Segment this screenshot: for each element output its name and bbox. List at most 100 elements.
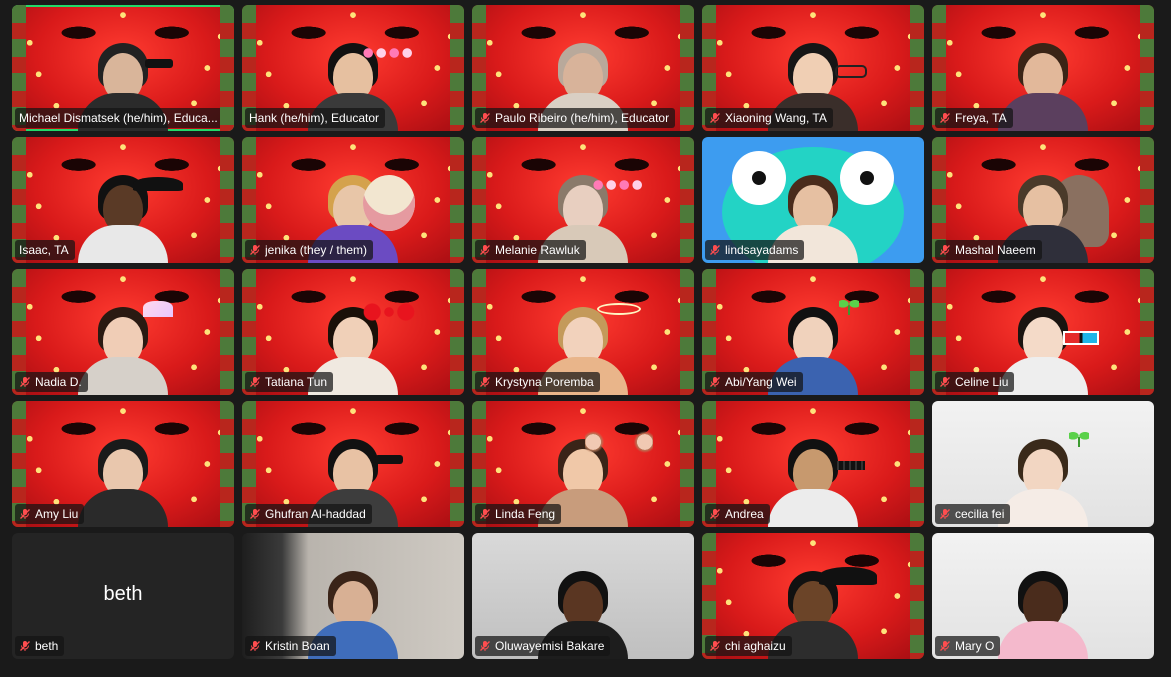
participant-tile[interactable]: Paulo Ribeiro (he/him), Educator xyxy=(472,5,694,131)
pixel-sunglasses-effect xyxy=(833,461,865,470)
flower-crown-effect xyxy=(593,179,645,191)
participant-tile[interactable]: chi aghaizu xyxy=(702,533,924,659)
participant-video xyxy=(758,427,868,527)
mic-muted-icon xyxy=(480,509,490,519)
participant-tile[interactable]: Linda Feng xyxy=(472,401,694,527)
participant-tile[interactable]: Isaac, TA xyxy=(12,137,234,263)
participant-name-tag: Melanie Rawluk xyxy=(475,240,586,260)
participant-name-tag: Freya, TA xyxy=(935,108,1013,128)
torso xyxy=(78,357,168,395)
mic-muted-icon xyxy=(250,641,260,651)
torso xyxy=(78,489,168,527)
cap-effect xyxy=(133,177,183,191)
participant-name: lindsayadams xyxy=(725,243,799,257)
participant-name-tag: Nadia D. xyxy=(15,372,88,392)
participant-name: Ghufran Al-haddad xyxy=(265,507,366,521)
participant-name-tag: Celine Liu xyxy=(935,372,1015,392)
video-off-name: beth xyxy=(103,583,143,605)
participant-tile[interactable]: cecilia fei xyxy=(932,401,1154,527)
mic-muted-icon xyxy=(480,113,490,123)
participant-tile[interactable]: Hank (he/him), Educator xyxy=(242,5,464,131)
torso xyxy=(768,489,858,527)
participant-tile[interactable]: beth beth xyxy=(12,533,234,659)
participant-name-tag: Tatiana Tun xyxy=(245,372,334,392)
participant-name-tag: Xiaoning Wang, TA xyxy=(705,108,833,128)
participant-tile[interactable]: Mashal Naeem xyxy=(932,137,1154,263)
participant-name: beth xyxy=(35,639,59,653)
participant-name-tag: beth xyxy=(15,636,65,656)
participant-name: Abi/Yang Wei xyxy=(725,375,797,389)
torso xyxy=(78,225,168,263)
participant-tile[interactable]: Xiaoning Wang, TA xyxy=(702,5,924,131)
3d-glasses-effect xyxy=(1063,331,1099,345)
participant-tile[interactable]: Tatiana Tun xyxy=(242,269,464,395)
participant-tile[interactable]: Amy Liu xyxy=(12,401,234,527)
participant-name-tag: chi aghaizu xyxy=(705,636,792,656)
participant-tile[interactable]: Melanie Rawluk xyxy=(472,137,694,263)
mic-muted-icon xyxy=(250,245,260,255)
participant-tile[interactable]: Oluwayemisi Bakare xyxy=(472,533,694,659)
participant-name-tag: Andrea xyxy=(705,504,770,524)
participant-name-tag: Amy Liu xyxy=(15,504,85,524)
mic-muted-icon xyxy=(940,245,950,255)
mic-muted-icon xyxy=(20,377,30,387)
mic-muted-icon xyxy=(710,377,720,387)
participant-name: Linda Feng xyxy=(495,507,556,521)
mic-muted-icon xyxy=(710,509,720,519)
sunglasses-effect xyxy=(375,455,403,464)
participant-video xyxy=(988,559,1098,659)
sprout-effect xyxy=(1069,431,1089,447)
pirate-hat-effect xyxy=(819,567,877,585)
participant-name-tag: Isaac, TA xyxy=(15,240,75,260)
participant-tile[interactable]: Krystyna Poremba xyxy=(472,269,694,395)
participant-name: Mashal Naeem xyxy=(955,243,1036,257)
participant-tile[interactable]: Andrea xyxy=(702,401,924,527)
mic-muted-icon xyxy=(940,509,950,519)
participant-tile[interactable]: Celine Liu xyxy=(932,269,1154,395)
participant-tile[interactable]: Nadia D. xyxy=(12,269,234,395)
participant-tile[interactable]: Ghufran Al-haddad xyxy=(242,401,464,527)
participant-name-tag: Krystyna Poremba xyxy=(475,372,600,392)
mic-muted-icon xyxy=(940,641,950,651)
torso xyxy=(998,621,1088,659)
participant-name-tag: Abi/Yang Wei xyxy=(705,372,803,392)
participant-tile[interactable]: lindsayadams xyxy=(702,137,924,263)
participant-tile[interactable]: Abi/Yang Wei xyxy=(702,269,924,395)
participant-name: Xiaoning Wang, TA xyxy=(725,111,827,125)
participant-tile[interactable]: jenika (they / them) xyxy=(242,137,464,263)
participant-name: Krystyna Poremba xyxy=(495,375,594,389)
participant-name: Hank (he/him), Educator xyxy=(249,111,380,125)
minnie-bow-effect xyxy=(361,303,417,321)
halo-effect xyxy=(597,303,641,315)
participant-tile[interactable]: Mary O xyxy=(932,533,1154,659)
mic-muted-icon xyxy=(940,377,950,387)
participant-name-tag: Mashal Naeem xyxy=(935,240,1042,260)
participant-name: Amy Liu xyxy=(35,507,79,521)
participant-name-tag: Hank (he/him), Educator xyxy=(245,108,386,128)
participant-tile[interactable]: Michael Dismatsek (he/him), Educa... xyxy=(12,5,234,131)
participant-name-tag: cecilia fei xyxy=(935,504,1011,524)
mic-muted-icon xyxy=(20,509,30,519)
participant-video xyxy=(68,163,183,263)
participant-name: Michael Dismatsek (he/him), Educa... xyxy=(19,111,218,125)
participant-tile[interactable]: Freya, TA xyxy=(932,5,1154,131)
participant-name-tag: Paulo Ribeiro (he/him), Educator xyxy=(475,108,676,128)
participant-name: Nadia D. xyxy=(35,375,82,389)
participant-name-tag: lindsayadams xyxy=(705,240,805,260)
sunglasses-effect xyxy=(145,59,173,68)
participant-name: Tatiana Tun xyxy=(265,375,328,389)
participant-tile[interactable]: Kristin Boan xyxy=(242,533,464,659)
participant-name-tag: Kristin Boan xyxy=(245,636,336,656)
participant-name: Celine Liu xyxy=(955,375,1009,389)
participant-name: Kristin Boan xyxy=(265,639,330,653)
flower-crown-effect xyxy=(363,47,415,59)
participant-name: Andrea xyxy=(725,507,764,521)
participant-video xyxy=(68,427,178,527)
sprout-effect xyxy=(839,299,859,315)
gallery-view: Michael Dismatsek (he/him), Educa... Hank… xyxy=(0,0,1171,677)
participant-name: jenika (they / them) xyxy=(265,243,368,257)
participant-name-tag: Michael Dismatsek (he/him), Educa... xyxy=(15,108,224,128)
mic-muted-icon xyxy=(250,377,260,387)
participant-name-tag: Mary O xyxy=(935,636,1001,656)
participant-name: Paulo Ribeiro (he/him), Educator xyxy=(495,111,670,125)
